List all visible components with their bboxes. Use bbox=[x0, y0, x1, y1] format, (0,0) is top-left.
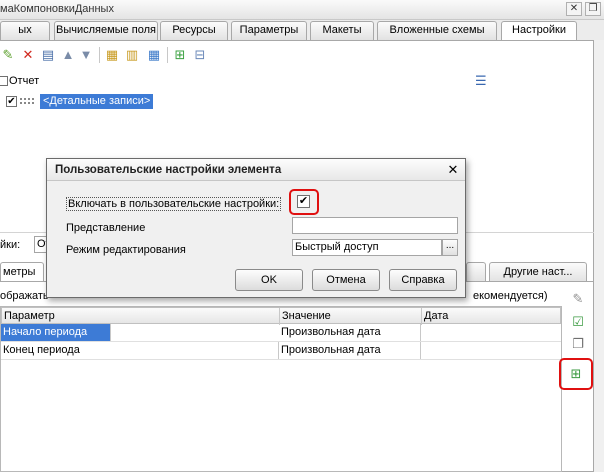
column-header-value[interactable]: Значение bbox=[280, 308, 422, 325]
cancel-button[interactable]: Отмена bbox=[312, 269, 380, 291]
param-name-cell[interactable]: Конец периода bbox=[1, 342, 279, 359]
tab-resources[interactable]: Ресурсы bbox=[160, 21, 228, 40]
tab-layouts[interactable]: Макеты bbox=[310, 21, 374, 40]
param-name-cell[interactable]: Начало периода bbox=[1, 324, 111, 341]
tree-detail-records-label[interactable]: <Детальные записи> bbox=[40, 94, 154, 109]
tab-nested-schemas[interactable]: Вложенные схемы bbox=[377, 21, 497, 40]
table-icon[interactable]: ▦ bbox=[146, 47, 162, 63]
edit-mode-select[interactable]: Быстрый доступ bbox=[292, 239, 442, 256]
table-header: Параметр Значение Дата bbox=[1, 307, 562, 325]
window-title: маКомпоновкиДанных bbox=[0, 3, 114, 15]
parameters-table: Параметр Значение Дата Начало периода Пр… bbox=[0, 306, 562, 472]
detail-records-checkbox[interactable]: ✔ bbox=[6, 96, 17, 107]
user-settings-dialog: Пользовательские настройки элемента ✕ Вк… bbox=[46, 158, 466, 298]
move-down-icon[interactable]: ▼ bbox=[78, 47, 94, 63]
structure-view-icon[interactable]: ☰ bbox=[475, 74, 489, 88]
include-label: Включать в пользовательские настройки: bbox=[66, 197, 282, 211]
include-checkbox[interactable]: ✔ bbox=[297, 195, 310, 208]
tab-calculated-fields[interactable]: Вычисляемые поля bbox=[54, 21, 158, 40]
edit-mode-label: Режим редактирования bbox=[66, 244, 186, 256]
column-header-parameter[interactable]: Параметр bbox=[2, 308, 280, 325]
tab-settings[interactable]: Настройки bbox=[501, 21, 577, 41]
properties-icon[interactable]: ▤ bbox=[40, 47, 56, 63]
hint-text-right: екомендуется) bbox=[473, 290, 548, 302]
move-up-icon[interactable]: ▲ bbox=[60, 47, 76, 63]
ok-button[interactable]: OK bbox=[235, 269, 303, 291]
window-titlebar: маКомпоновкиДанных ✕ ❐ bbox=[0, 0, 604, 20]
param-date-cell[interactable] bbox=[421, 324, 561, 341]
table-row[interactable]: Конец периода Произвольная дата bbox=[1, 342, 561, 360]
tab-hidden-partial[interactable] bbox=[466, 262, 486, 282]
group-icon[interactable]: ▦ bbox=[104, 47, 120, 63]
edit-mode-choose-button[interactable]: ... bbox=[442, 239, 458, 256]
help-button[interactable]: Справка bbox=[389, 269, 457, 291]
tree-root-label[interactable]: Отчет bbox=[9, 75, 39, 87]
dialog-title: Пользовательские настройки элемента bbox=[47, 159, 465, 181]
lower-field-label: йки: bbox=[0, 239, 21, 251]
param-date-cell[interactable] bbox=[421, 342, 561, 359]
detail-records-icon bbox=[20, 98, 34, 104]
dialog-close-icon[interactable]: ✕ bbox=[445, 162, 461, 178]
detail-records-icon[interactable]: ▥ bbox=[124, 47, 140, 63]
tab-fields[interactable]: ых bbox=[0, 21, 50, 40]
presentation-label: Представление bbox=[66, 222, 146, 234]
edit-pencil-icon[interactable]: ✎ bbox=[570, 291, 586, 307]
user-settings-icon[interactable]: ⊟ bbox=[192, 47, 208, 63]
column-header-date[interactable]: Дата bbox=[422, 308, 562, 325]
toolbar-separator bbox=[167, 47, 168, 63]
delete-icon[interactable]: ✕ bbox=[20, 47, 36, 63]
add-field-icon[interactable]: ⊞ bbox=[172, 47, 188, 63]
table-row[interactable]: Начало периода Произвольная дата bbox=[1, 324, 561, 342]
tab-data-parameters[interactable]: метры bbox=[0, 262, 44, 282]
copy-icon[interactable]: ❐ bbox=[570, 336, 586, 352]
tab-other-settings[interactable]: Другие наст... bbox=[489, 262, 587, 282]
param-value-cell[interactable]: Произвольная дата bbox=[279, 324, 421, 341]
close-window-icon[interactable]: ✕ bbox=[566, 2, 582, 16]
check-all-icon[interactable]: ☑ bbox=[570, 314, 586, 330]
settings-toolbar: ✎ ✕ ▤ ▲ ▼ ▦ ▥ ▦ ⊞ ⊟ bbox=[0, 44, 594, 66]
presentation-input[interactable] bbox=[292, 217, 458, 234]
param-value-cell[interactable]: Произвольная дата bbox=[279, 342, 421, 359]
edit-pencil-icon[interactable]: ✎ bbox=[0, 47, 16, 63]
user-settings-icon[interactable]: ⊞ bbox=[568, 366, 584, 382]
restore-window-icon[interactable]: ❐ bbox=[585, 2, 601, 16]
tab-bar: ых Вычисляемые поля Ресурсы Параметры Ма… bbox=[0, 20, 604, 41]
toolbar-separator bbox=[99, 47, 100, 63]
tab-parameters[interactable]: Параметры bbox=[231, 21, 307, 40]
hint-text-left: ображать bbox=[0, 290, 49, 302]
tree-expander[interactable] bbox=[0, 76, 8, 86]
